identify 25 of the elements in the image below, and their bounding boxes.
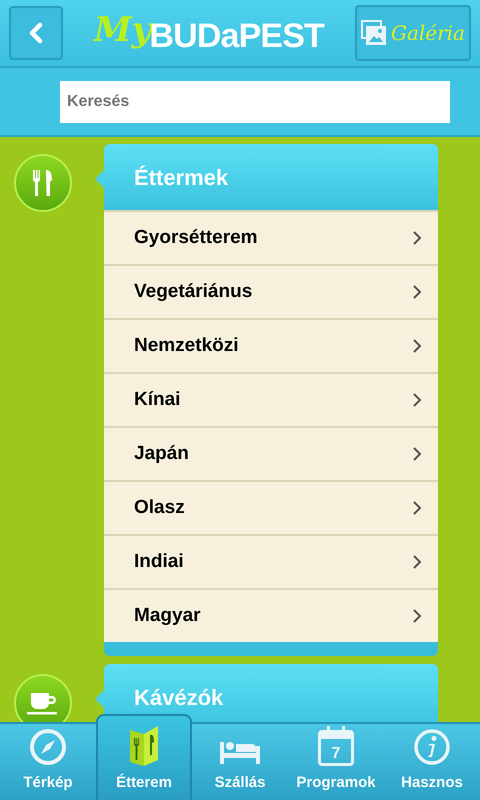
image-icon	[360, 20, 387, 46]
chevron-right-icon	[412, 500, 422, 516]
search-field[interactable]: Keresés	[60, 80, 450, 122]
chevron-right-icon	[412, 230, 422, 246]
back-icon	[28, 22, 44, 44]
list-item[interactable]: Nemzetközi	[104, 318, 438, 372]
chevron-right-icon	[412, 284, 422, 300]
chevron-right-icon	[412, 446, 422, 462]
back-button[interactable]	[9, 6, 63, 60]
chevron-right-icon	[412, 608, 422, 624]
chevron-right-icon	[412, 392, 422, 408]
list-item[interactable]: Gyorsétterem	[104, 210, 438, 264]
info-icon	[413, 728, 451, 766]
list-item[interactable]: Olasz	[104, 480, 438, 534]
chevron-right-icon	[412, 554, 422, 570]
coffee-cup-icon	[26, 690, 60, 716]
list-item[interactable]: Indiai	[104, 534, 438, 588]
list-item[interactable]: Vegetáriánus	[104, 264, 438, 318]
list-item[interactable]: Kínai	[104, 372, 438, 426]
compass-icon	[29, 728, 67, 766]
list-item[interactable]: Magyar	[104, 588, 438, 642]
list-item[interactable]: Japán	[104, 426, 438, 480]
logo-script: My	[94, 13, 152, 47]
menu-book-icon	[127, 724, 161, 768]
chevron-right-icon	[412, 338, 422, 354]
